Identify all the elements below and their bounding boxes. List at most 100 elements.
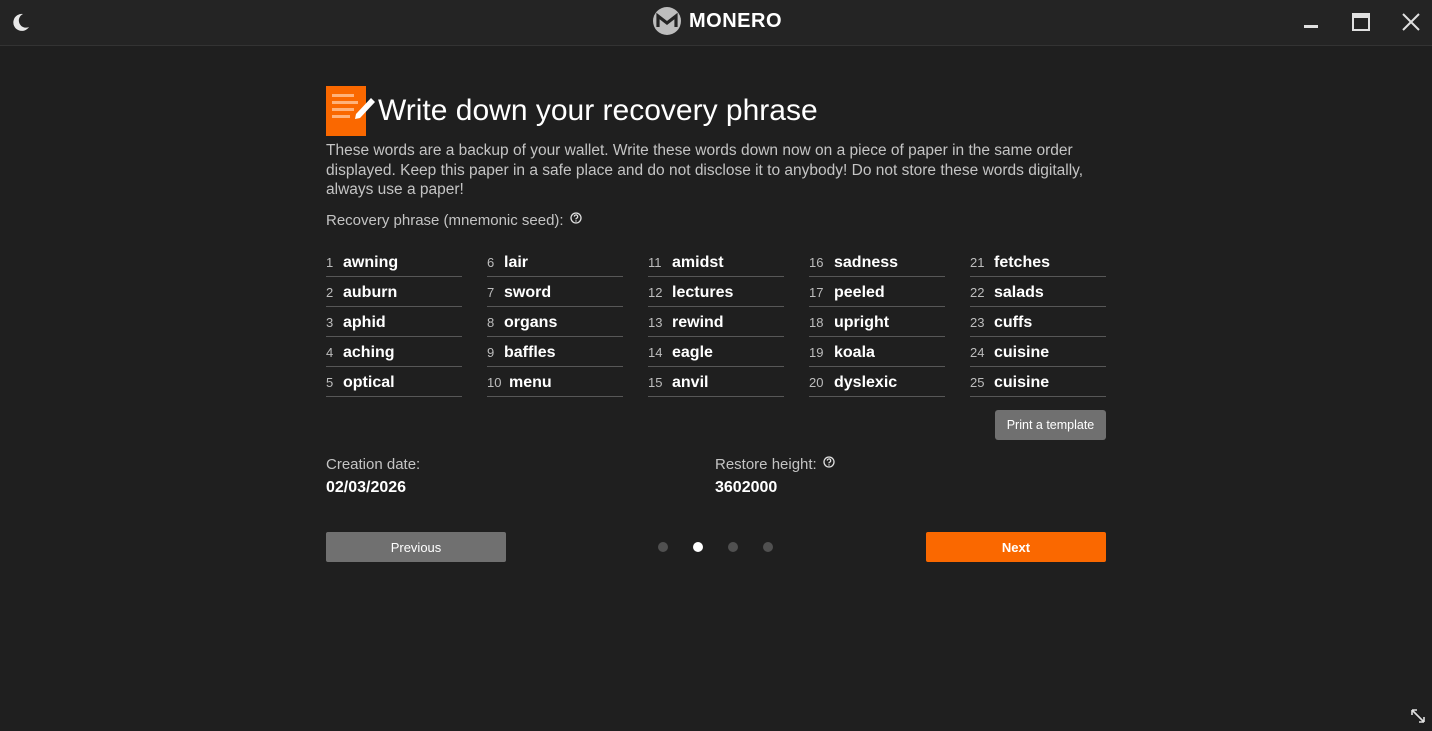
- seed-word-number: 19: [809, 345, 824, 360]
- seed-word-item: 9 baffles: [487, 337, 623, 367]
- seed-word-number: 17: [809, 285, 824, 300]
- page-title: Write down your recovery phrase: [378, 94, 818, 127]
- seed-word: peeled: [834, 283, 885, 301]
- minimize-icon[interactable]: [1299, 10, 1323, 34]
- seed-word-item: 12 lectures: [648, 277, 784, 307]
- seed-word-number: 21: [970, 255, 985, 270]
- seed-word-number: 23: [970, 315, 985, 330]
- help-icon[interactable]: [569, 211, 582, 224]
- seed-word: anvil: [672, 373, 709, 391]
- seed-word-item: 7 sword: [487, 277, 623, 307]
- restore-height-label-text: Restore height:: [715, 456, 817, 473]
- seed-word-item: 3 aphid: [326, 307, 462, 337]
- previous-button[interactable]: Previous: [326, 532, 506, 562]
- seed-column-4: 16 sadness 17 peeled 18 upright 19 koala 20 d…: [809, 247, 945, 397]
- seed-word-number: 7: [487, 285, 495, 300]
- seed-word-number: 6: [487, 255, 495, 270]
- seed-word: rewind: [672, 313, 724, 331]
- seed-word-number: 25: [970, 375, 985, 390]
- seed-word-number: 12: [648, 285, 663, 300]
- seed-word-number: 14: [648, 345, 663, 360]
- close-icon[interactable]: [1399, 10, 1423, 34]
- seed-word-number: 13: [648, 315, 663, 330]
- seed-label: Recovery phrase (mnemonic seed):: [326, 211, 582, 229]
- seed-word-number: 5: [326, 375, 334, 390]
- monero-logo-icon: [653, 7, 681, 35]
- print-template-button[interactable]: Print a template: [995, 410, 1106, 440]
- seed-word: awning: [343, 253, 399, 271]
- seed-word-number: 18: [809, 315, 824, 330]
- resize-handle-icon[interactable]: [1410, 708, 1426, 724]
- seed-word-number: 1: [326, 255, 334, 270]
- seed-word-item: 16 sadness: [809, 247, 945, 277]
- seed-word-number: 22: [970, 285, 985, 300]
- seed-word: aching: [343, 343, 395, 361]
- seed-word-item: 15 anvil: [648, 367, 784, 397]
- seed-word-item: 14 eagle: [648, 337, 784, 367]
- seed-word-item: 24 cuisine: [970, 337, 1106, 367]
- seed-word-item: 6 lair: [487, 247, 623, 277]
- seed-word: aphid: [343, 313, 386, 331]
- seed-word: fetches: [994, 253, 1051, 271]
- seed-word-number: 2: [326, 285, 334, 300]
- page-indicator: [658, 542, 774, 552]
- restore-height-value: 3602000: [715, 479, 778, 496]
- seed-grid: 1 awning 2 auburn 3 aphid 4 aching 5 optical …: [326, 247, 1106, 397]
- seed-word-item: 5 optical: [326, 367, 462, 397]
- seed-word: auburn: [343, 283, 398, 301]
- seed-column-3: 11 amidst 12 lectures 13 rewind 14 eagle 15 a…: [648, 247, 784, 397]
- seed-word-number: 20: [809, 375, 824, 390]
- app-name: MONERO: [689, 9, 782, 32]
- seed-word-item: 25 cuisine: [970, 367, 1106, 397]
- seed-word-number: 15: [648, 375, 663, 390]
- maximize-icon[interactable]: [1349, 10, 1373, 34]
- seed-word: koala: [834, 343, 875, 361]
- seed-word-item: 19 koala: [809, 337, 945, 367]
- seed-word-number: 8: [487, 315, 495, 330]
- seed-word: sadness: [834, 253, 899, 271]
- app-brand: MONERO: [653, 6, 782, 36]
- seed-word: upright: [834, 313, 890, 331]
- seed-word-number: 10: [487, 375, 502, 390]
- seed-column-1: 1 awning 2 auburn 3 aphid 4 aching 5 optical: [326, 247, 462, 397]
- creation-date-value: 02/03/2026: [326, 479, 407, 496]
- seed-word-item: 4 aching: [326, 337, 462, 367]
- theme-toggle-moon-icon[interactable]: [10, 11, 32, 33]
- seed-word-item: 17 peeled: [809, 277, 945, 307]
- seed-word-item: 8 organs: [487, 307, 623, 337]
- seed-word-item: 10 menu: [487, 367, 623, 397]
- seed-word-item: 20 dyslexic: [809, 367, 945, 397]
- seed-word: optical: [343, 373, 395, 391]
- seed-word-number: 4: [326, 345, 334, 360]
- seed-word: cuisine: [994, 343, 1050, 361]
- seed-word: menu: [509, 373, 552, 391]
- seed-word-item: 13 rewind: [648, 307, 784, 337]
- seed-word-item: 22 salads: [970, 277, 1106, 307]
- restore-height-help-icon[interactable]: [823, 455, 835, 468]
- seed-label-text: Recovery phrase (mnemonic seed):: [326, 212, 564, 229]
- restore-height-label: Restore height:: [715, 455, 835, 473]
- seed-word: lair: [504, 253, 529, 271]
- seed-word-item: 21 fetches: [970, 247, 1106, 277]
- page-dot-3: [728, 542, 738, 552]
- title-bar: MONERO: [0, 0, 1432, 46]
- page-dot-1: [658, 542, 668, 552]
- page-heading: Write down your recovery phrase: [326, 86, 1106, 136]
- seed-word: lectures: [672, 283, 734, 301]
- seed-word: salads: [994, 283, 1044, 301]
- seed-word-number: 11: [648, 255, 662, 270]
- seed-word: organs: [504, 313, 558, 331]
- seed-word: eagle: [672, 343, 713, 361]
- seed-word: cuffs: [994, 313, 1033, 331]
- seed-word-number: 24: [970, 345, 985, 360]
- seed-word-item: 1 awning: [326, 247, 462, 277]
- seed-word-item: 18 upright: [809, 307, 945, 337]
- next-button[interactable]: Next: [926, 532, 1106, 562]
- seed-word-number: 9: [487, 345, 495, 360]
- seed-word: baffles: [504, 343, 556, 361]
- page-description: These words are a backup of your wallet.…: [326, 142, 1084, 198]
- seed-word-number: 3: [326, 315, 334, 330]
- page-dot-2: [693, 542, 703, 552]
- seed-word: sword: [504, 283, 552, 301]
- page-dot-4: [763, 542, 773, 552]
